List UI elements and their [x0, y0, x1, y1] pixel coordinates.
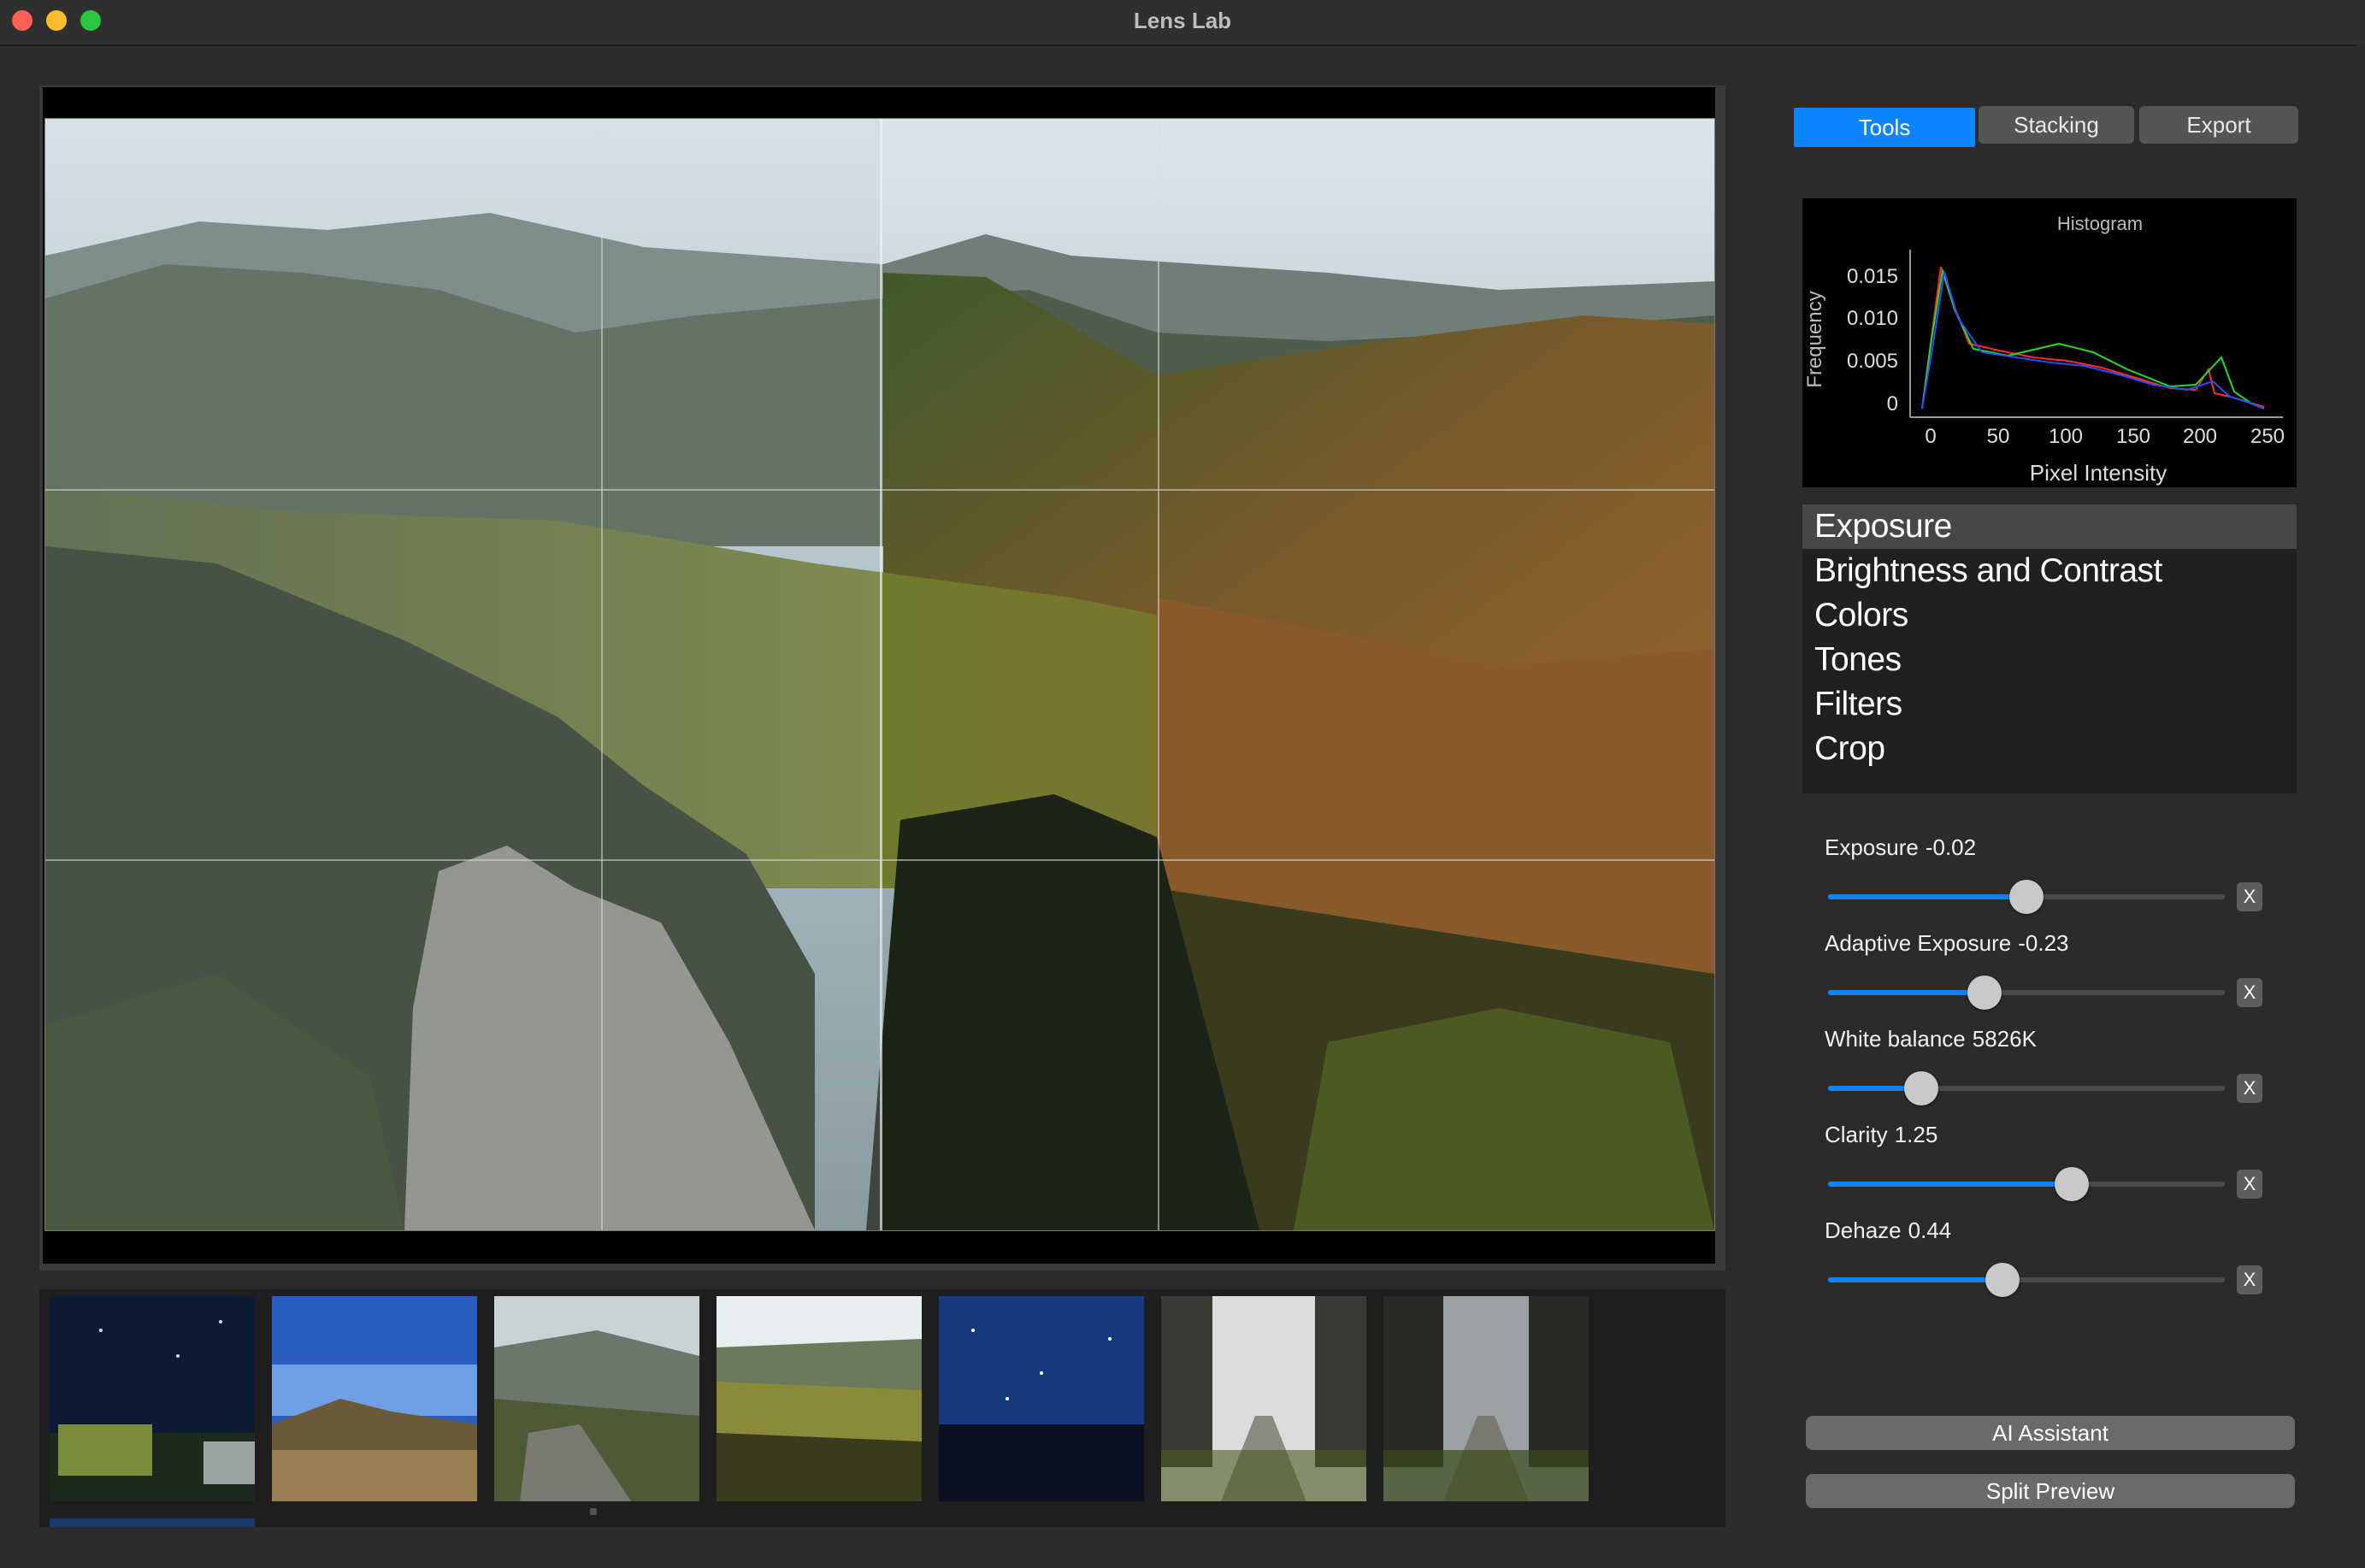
slider-value: 0.44: [1908, 1217, 1952, 1243]
slider-value: -0.02: [1925, 834, 1977, 860]
thumbnail-blue-sky-hill[interactable]: [272, 1296, 477, 1501]
thumbnail-valley-sunny[interactable]: [717, 1296, 922, 1501]
slider-value: 1.25: [1894, 1122, 1938, 1147]
reset-white-balance-button[interactable]: X: [2237, 1074, 2262, 1103]
slider-track[interactable]: [1828, 1071, 2225, 1105]
reset-exposure-button[interactable]: X: [2237, 882, 2262, 911]
reset-dehaze-button[interactable]: X: [2237, 1265, 2262, 1294]
histogram-xlabel: Pixel Intensity: [2030, 460, 2167, 486]
menu-item-filters[interactable]: Filters: [1802, 682, 2297, 727]
slider-knob[interactable]: [2009, 880, 2044, 914]
reset-clarity-button[interactable]: X: [2237, 1170, 2262, 1199]
histogram-xtick: 150: [2116, 425, 2150, 448]
adjustment-menu: Exposure Brightness and Contrast Colors …: [1802, 504, 2297, 793]
preview-image[interactable]: [44, 118, 1715, 1231]
slider-knob[interactable]: [1967, 976, 2002, 1010]
filmstrip: [39, 1289, 1725, 1527]
thumbnail-valley-hazy[interactable]: [494, 1296, 699, 1501]
slider-label: White balance: [1825, 1026, 1966, 1052]
histogram-xtick: 50: [1987, 425, 2010, 448]
menu-item-crop[interactable]: Crop: [1802, 727, 2297, 771]
thumbnail-path-trees-color[interactable]: [1383, 1296, 1589, 1501]
grid-line-vertical: [1158, 119, 1159, 1230]
reset-adaptive-exposure-button[interactable]: X: [2237, 978, 2262, 1007]
slider-label: Adaptive Exposure: [1825, 930, 2012, 956]
slider-value: 5826K: [1972, 1026, 2037, 1052]
histogram-ytick: 0.015: [1847, 265, 1898, 288]
slider-fill: [1828, 990, 1985, 995]
histogram-title: Histogram: [2057, 213, 2143, 234]
title-bar: Lens Lab: [0, 0, 2365, 46]
histogram-ylabel: Frequency: [1803, 291, 1826, 387]
ai-assistant-button[interactable]: AI Assistant: [1806, 1416, 2295, 1450]
slider-fill: [1828, 1277, 2002, 1282]
grid-line-vertical: [601, 119, 603, 1230]
slider-label: Dehaze: [1825, 1217, 1902, 1243]
slider-fill: [1828, 894, 2026, 899]
slider-track[interactable]: [1828, 1263, 2225, 1297]
histogram-ytick: 0.005: [1847, 350, 1898, 373]
slider-label: Exposure: [1825, 834, 1919, 860]
window-edge: [2356, 44, 2365, 1568]
slider-label: Clarity: [1825, 1122, 1888, 1147]
slider-exposure: Exposure -0.02 X: [1825, 834, 2269, 928]
histogram-ytick: 0.010: [1847, 307, 1898, 330]
slider-track[interactable]: [1828, 1167, 2225, 1201]
slider-track[interactable]: [1828, 880, 2225, 914]
histogram-xtick: 100: [2049, 425, 2083, 448]
split-preview-divider[interactable]: [880, 119, 882, 1230]
thumbnail-path-trees-bw[interactable]: [1161, 1296, 1366, 1501]
slider-knob[interactable]: [1904, 1071, 1938, 1105]
grid-line-horizontal: [45, 859, 1714, 861]
histogram-panel: Histogram Frequency 0.015 0.010 0.005 0 …: [1802, 198, 2297, 487]
tab-tools[interactable]: Tools: [1794, 108, 1975, 147]
split-preview-button[interactable]: Split Preview: [1806, 1474, 2295, 1508]
slider-clarity: Clarity 1.25 X: [1825, 1122, 2269, 1216]
menu-item-brightness-contrast[interactable]: Brightness and Contrast: [1802, 549, 2297, 593]
histogram-xtick: 250: [2250, 425, 2285, 448]
slider-value: -0.23: [2018, 930, 2069, 956]
slider-knob[interactable]: [1985, 1263, 2020, 1297]
slider-dehaze: Dehaze 0.44 X: [1825, 1217, 2269, 1312]
slider-track[interactable]: [1828, 976, 2225, 1010]
histogram-xtick: 200: [2183, 425, 2217, 448]
slider-knob[interactable]: [2055, 1167, 2089, 1201]
histogram-xtick: 0: [1925, 425, 1936, 448]
menu-item-tones[interactable]: Tones: [1802, 638, 2297, 682]
window-title: Lens Lab: [1133, 8, 1232, 33]
slider-white-balance: White balance 5826K X: [1825, 1026, 2269, 1120]
image-viewer: [39, 85, 1725, 1270]
filmstrip-scroll-indicator: [590, 1508, 597, 1515]
panel-tabs: Tools Stacking Export: [1794, 106, 2298, 147]
histogram-ytick: 0: [1887, 392, 1898, 416]
grid-line-horizontal: [45, 489, 1714, 491]
image-canvas: [43, 87, 1715, 1264]
thumbnail-partial[interactable]: [50, 1518, 255, 1527]
menu-item-colors[interactable]: Colors: [1802, 593, 2297, 638]
tab-export[interactable]: Export: [2139, 106, 2298, 144]
thumbnail-night-sky-house[interactable]: [50, 1296, 255, 1501]
thumbnail-starry-night-trees[interactable]: [939, 1296, 1144, 1501]
menu-item-exposure[interactable]: Exposure: [1802, 504, 2297, 549]
tab-stacking[interactable]: Stacking: [1979, 106, 2134, 144]
histogram-red-channel: [1921, 266, 2265, 410]
slider-adaptive-exposure: Adaptive Exposure -0.23 X: [1825, 930, 2269, 1024]
split-preview-before-region: [45, 119, 881, 1230]
slider-fill: [1828, 1182, 2072, 1187]
